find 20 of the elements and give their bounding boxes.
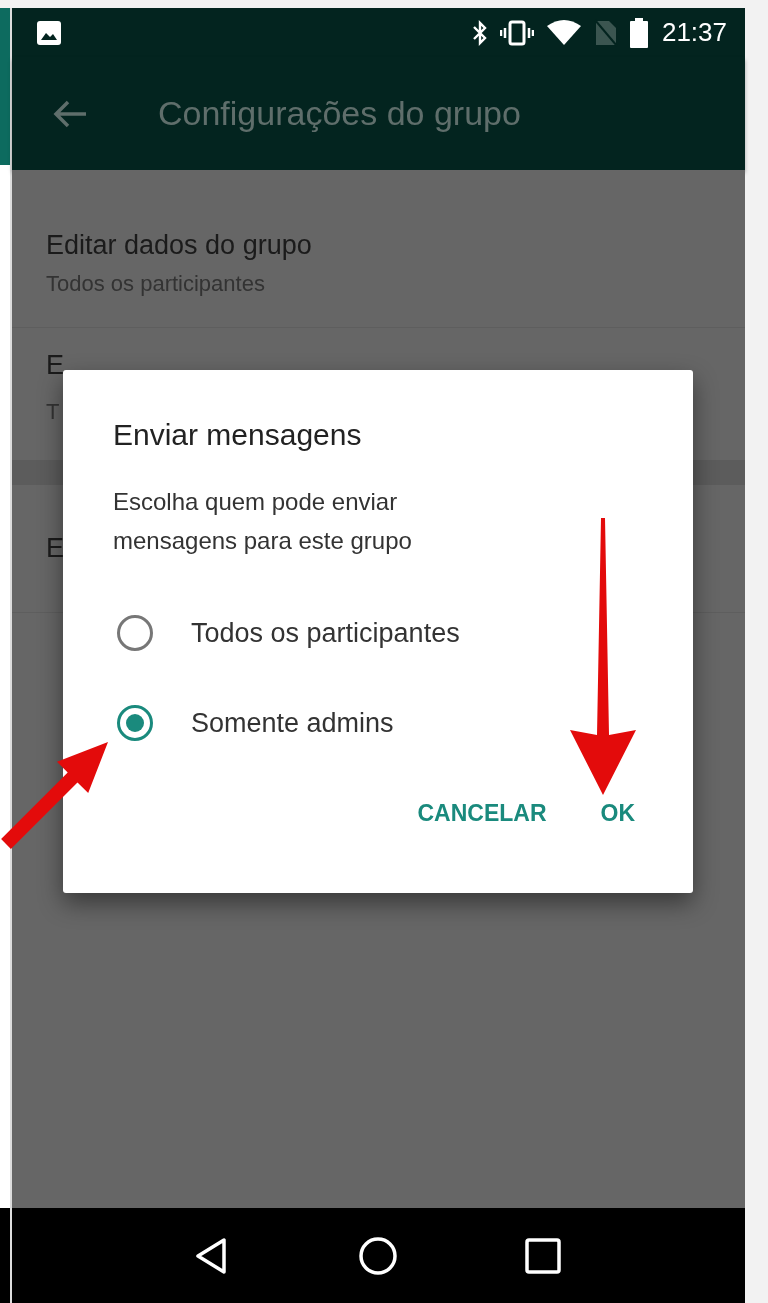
- setting-title[interactable]: Editar dados do grupo: [46, 230, 745, 261]
- status-time: 21:37: [661, 17, 727, 48]
- recents-icon[interactable]: [522, 1235, 563, 1276]
- image-icon: [36, 19, 62, 46]
- dialog-message: Escolha quem pode enviar mensagens para este grupo: [113, 487, 413, 556]
- dialog-button[interactable]: OK: [588, 790, 647, 837]
- dialog-button[interactable]: CANCELAR: [405, 790, 559, 837]
- home-icon[interactable]: [358, 1235, 399, 1276]
- vibrate-icon: [499, 19, 534, 46]
- back-arrow-icon[interactable]: [52, 98, 88, 129]
- dialog-title: Enviar mensagens: [113, 418, 363, 452]
- bluetooth-icon: [471, 19, 488, 46]
- screen-title: Configurações do grupo: [158, 94, 521, 133]
- radio-button[interactable]: [117, 705, 153, 741]
- no-sim-icon: [593, 18, 618, 47]
- option-label[interactable]: Todos os participantes: [191, 617, 460, 649]
- battery-icon: [629, 17, 648, 48]
- radio-button[interactable]: [117, 615, 153, 651]
- wifi-icon: [545, 19, 582, 46]
- option-label[interactable]: Somente admins: [191, 707, 394, 739]
